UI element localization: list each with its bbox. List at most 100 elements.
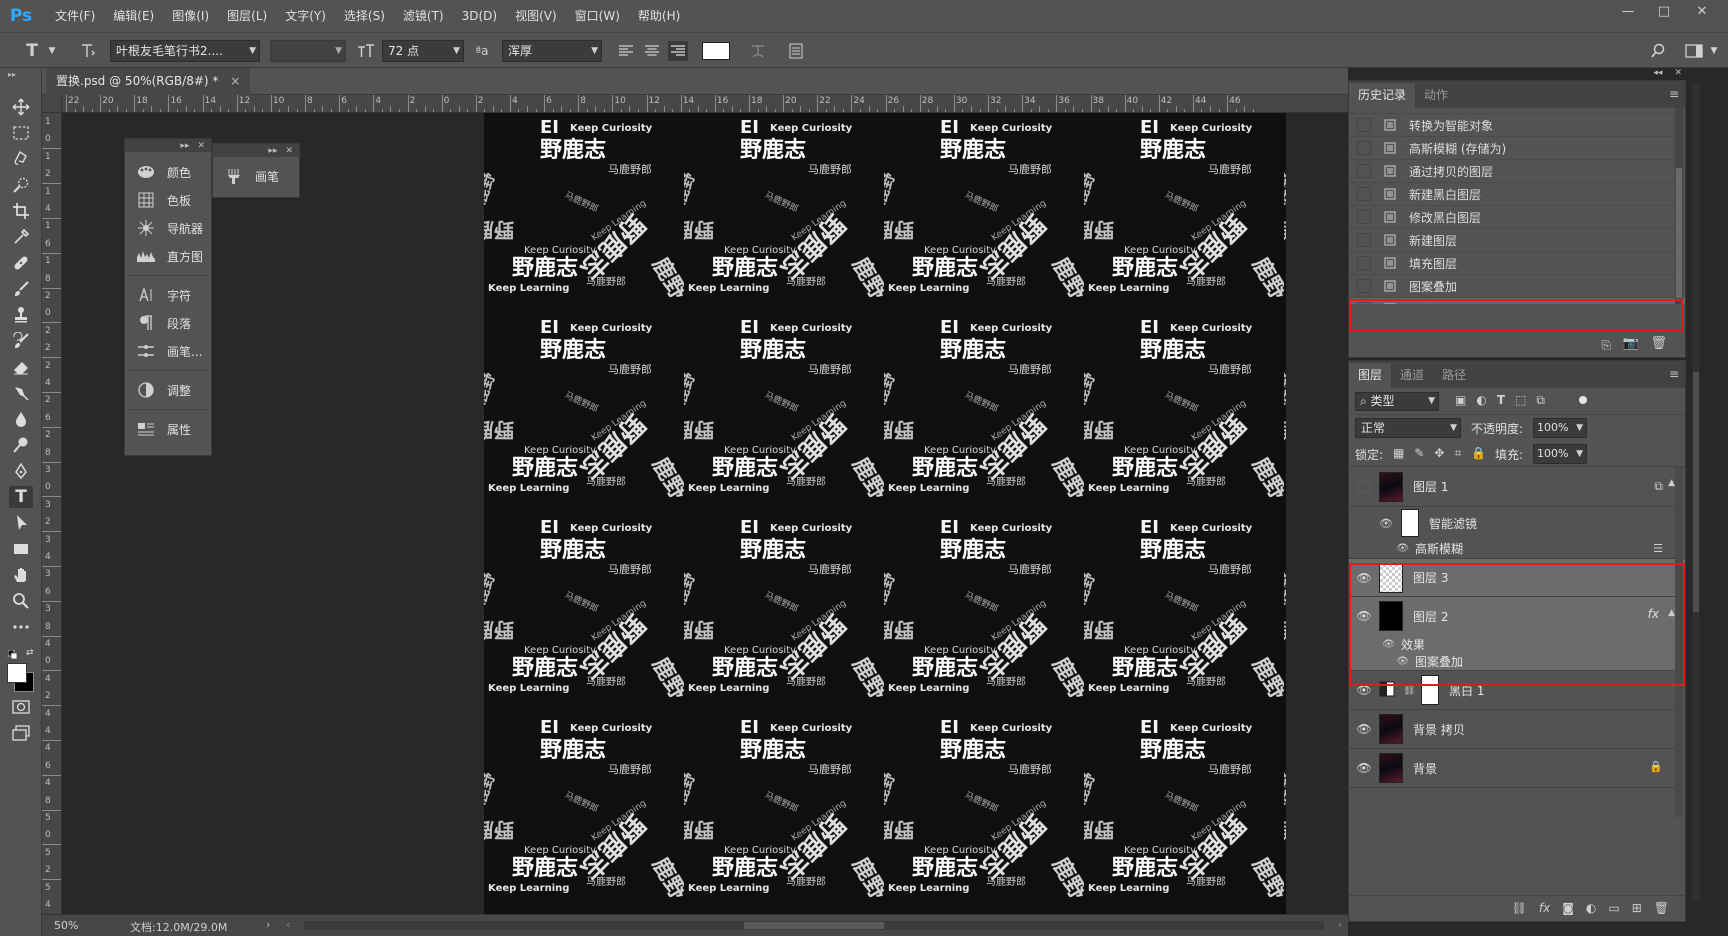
menu-item[interactable]: 帮助(H) [629,0,689,32]
history-state[interactable]: 通过拷贝的图层 [1349,160,1685,183]
lock-all-icon[interactable]: 🔒 [1471,446,1486,461]
chevron-down-icon[interactable]: ▼ [1704,41,1724,61]
document-tab[interactable]: 置换.psd @ 50%(RGB/8#) * × [46,68,251,95]
layer-name[interactable]: 图层 2 [1413,608,1448,625]
history-snapshot-checkbox[interactable] [1357,302,1371,304]
align-left-icon[interactable] [616,41,636,61]
history-state[interactable]: 高斯模糊 (存储为) [1349,137,1685,160]
history-snapshot-checkbox[interactable] [1357,256,1371,270]
workspace-icon[interactable] [1684,41,1704,61]
tab-history[interactable]: 历史记录 [1349,83,1416,108]
healing-brush-tool-icon[interactable] [9,252,33,274]
panel-button-adjustments[interactable]: 调整 [125,376,211,404]
layer-row-layer1[interactable]: 图层 1 ⧉ ▲ [1349,467,1685,507]
history-state[interactable]: 填充图层 [1349,252,1685,275]
new-group-icon[interactable]: ▭ [1608,901,1619,915]
menu-item[interactable]: 文件(F) [46,0,104,32]
gradient-tool-icon[interactable] [9,382,33,404]
history-snapshot-checkbox[interactable] [1357,118,1371,132]
history-state[interactable]: 图案叠加 [1349,275,1685,298]
crop-tool-icon[interactable] [9,200,33,222]
layer-row-layer3[interactable]: 👁 图层 3 [1349,559,1685,597]
new-adjustment-icon[interactable]: ◐ [1586,901,1596,915]
layer-name[interactable]: 图层 1 [1413,478,1448,495]
add-mask-icon[interactable]: ◙ [1562,901,1574,915]
vertical-ruler[interactable]: 1 0 1 2 1 4 1 6 1 8 2 0 2 2 2 4 2 6 2 8 3 0 3 2 3 4 3 6 3 8 4 0 4 2 4 4 4 6 4 8… [42,113,62,914]
hand-tool-icon[interactable] [9,564,33,586]
trash-icon[interactable]: 🗑 [1654,901,1669,915]
filter-toggle-icon[interactable] [1579,396,1587,404]
history-state[interactable]: 转换为智能对象 [1349,114,1685,137]
search-icon[interactable] [1648,41,1668,61]
layer-name[interactable]: 图层 3 [1413,569,1448,586]
font-family-select[interactable]: 叶根友毛笔行书2.... ▼ [110,40,260,62]
layer-name[interactable]: 背景 [1413,760,1437,777]
filter-adjustment-icon[interactable]: ◐ [1476,393,1486,408]
menu-item[interactable]: 文字(Y) [276,0,335,32]
maximize-button[interactable]: □ [1650,0,1678,22]
panel-button-swatches[interactable]: 色板 [125,186,211,214]
blur-tool-icon[interactable] [9,408,33,430]
warp-text-icon[interactable] [748,41,768,61]
history-snapshot-checkbox[interactable] [1357,164,1371,178]
move-tool-icon[interactable] [9,96,33,118]
close-panel-icon[interactable]: ✕ [197,141,205,151]
more-tools-icon[interactable] [9,616,33,638]
type-tool-preset-icon[interactable]: T [22,41,42,61]
collapse-arrow-icon[interactable]: ▲ [1668,478,1675,488]
menu-item[interactable]: 窗口(W) [566,0,629,32]
link-icon[interactable]: ⛓ [1403,685,1417,696]
layer-row-smart-filters[interactable]: 👁 智能滤镜 [1349,507,1685,539]
layer-name[interactable]: 背景 拷贝 [1413,721,1465,738]
brush-tool-icon[interactable] [9,278,33,300]
layer-name[interactable]: 黑白 1 [1449,682,1484,699]
eye-icon[interactable]: 👁 [1349,639,1401,650]
menu-item[interactable]: 视图(V) [506,0,566,32]
filter-smartobject-icon[interactable]: ⧉ [1536,393,1545,408]
close-tab-icon[interactable]: × [230,74,240,88]
menu-item[interactable]: 图像(I) [163,0,218,32]
zoom-tool-icon[interactable] [9,590,33,612]
filter-type-icon[interactable]: T [1497,393,1505,408]
lasso-tool-icon[interactable] [9,148,33,170]
layer-row-effects[interactable]: 👁 效果 [1349,635,1685,653]
layer-row-pattern-overlay[interactable]: 👁 图案叠加 [1349,653,1685,671]
history-state[interactable]: 新建黑白图层 [1349,183,1685,206]
lock-position-icon[interactable]: ✥ [1434,446,1444,461]
camera-icon[interactable]: 📷 [1623,336,1639,351]
eye-icon[interactable]: 👁 [1349,543,1415,554]
eye-icon[interactable]: 👁 [1349,571,1379,585]
canvas-work-area[interactable]: EIKeep Curiosity野鹿志马鹿野郎野鹿志鹿野野鹿志Keep Curi… [62,113,1348,914]
history-snapshot-checkbox[interactable] [1357,187,1371,201]
layer-row-bg-copy[interactable]: 👁 背景 拷贝 [1349,710,1685,749]
filter-kind-select[interactable]: ⌕ 类型 ▼ [1355,392,1439,411]
layer-row-background[interactable]: 👁 背景 🔒 [1349,749,1685,788]
default-colors-icon[interactable] [8,650,18,660]
history-brush-tool-icon[interactable] [9,330,33,352]
lock-artboard-icon[interactable]: ⌗ [1454,446,1461,461]
close-panel-icon[interactable]: ✕ [285,146,293,156]
collapse-dock-icon[interactable]: ◂◂ [1653,68,1662,80]
menu-item[interactable]: 3D(D) [453,0,506,32]
new-document-from-state-icon[interactable]: ⎘ [1601,338,1611,353]
fill-field[interactable]: 100% ▼ [1533,444,1587,464]
status-menu-arrow-icon[interactable]: › [266,918,270,931]
clone-stamp-tool-icon[interactable] [9,304,33,326]
path-selection-tool-icon[interactable] [9,512,33,534]
panel-menu-icon[interactable]: ≡ [1669,87,1679,101]
tab-actions[interactable]: 动作 [1415,83,1457,108]
panel-menu-icon[interactable]: ≡ [1669,367,1679,381]
font-style-select[interactable]: ▼ [270,40,346,62]
align-center-icon[interactable] [642,41,662,61]
screen-mode-icon[interactable] [9,722,33,744]
text-orientation-icon[interactable] [78,41,98,61]
align-right-icon[interactable] [668,41,688,61]
dodge-tool-icon[interactable] [9,434,33,456]
close-dock-icon[interactable]: ✕ [1674,68,1682,80]
collapse-arrow-icon[interactable]: ▲ [1668,608,1675,618]
dock-scroll-thumb[interactable] [1693,372,1699,612]
opacity-field[interactable]: 100% ▼ [1533,418,1587,438]
history-state[interactable]: 新建图层 [1349,298,1685,304]
document-canvas[interactable]: EIKeep Curiosity野鹿志马鹿野郎野鹿志鹿野野鹿志Keep Curi… [484,113,1286,914]
panel-button-navigator[interactable]: 导航器 [125,214,211,242]
